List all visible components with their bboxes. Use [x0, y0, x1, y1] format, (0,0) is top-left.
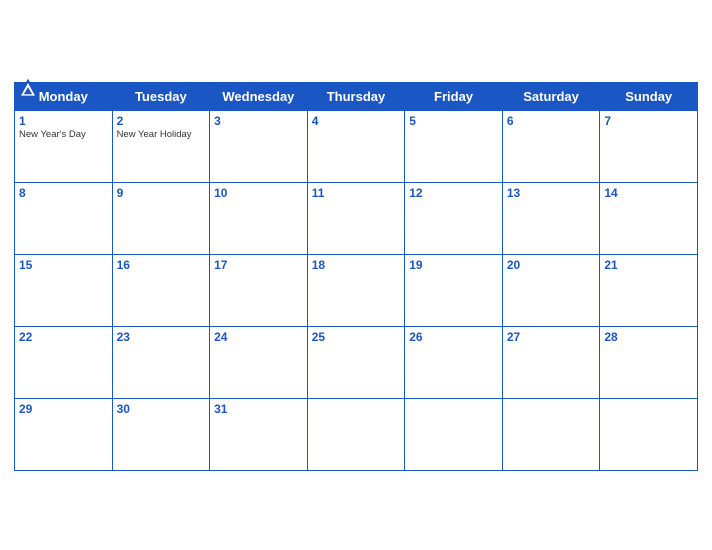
day-number: 30	[117, 402, 206, 416]
calendar-day-cell	[600, 398, 698, 470]
day-number: 5	[409, 114, 498, 128]
calendar-day-cell	[502, 398, 600, 470]
calendar-day-cell: 13	[502, 182, 600, 254]
calendar-week-row: 1New Year's Day2New Year Holiday34567	[15, 110, 698, 182]
day-number: 26	[409, 330, 498, 344]
calendar-day-cell: 31	[210, 398, 308, 470]
calendar-day-cell: 20	[502, 254, 600, 326]
day-number: 22	[19, 330, 108, 344]
calendar-day-cell: 27	[502, 326, 600, 398]
calendar-day-cell: 14	[600, 182, 698, 254]
logo-area	[14, 76, 45, 104]
day-number: 8	[19, 186, 108, 200]
calendar-day-cell: 19	[405, 254, 503, 326]
day-number: 31	[214, 402, 303, 416]
weekday-header-saturday: Saturday	[502, 82, 600, 110]
calendar-day-cell: 11	[307, 182, 405, 254]
day-number: 16	[117, 258, 206, 272]
calendar-day-cell: 29	[15, 398, 113, 470]
calendar-week-row: 89 10 11 12 13 14	[15, 182, 698, 254]
calendar-day-cell: 17	[210, 254, 308, 326]
weekday-header-wednesday: Wednesday	[210, 82, 308, 110]
day-number: 28	[604, 330, 693, 344]
day-number: 3	[214, 114, 303, 128]
day-number: 21	[604, 258, 693, 272]
calendar-thead: MondayTuesdayWednesdayThursdayFridaySatu…	[15, 82, 698, 110]
calendar-day-cell: 30	[112, 398, 210, 470]
day-number: 13	[507, 186, 596, 200]
calendar-day-cell: 24	[210, 326, 308, 398]
calendar-day-cell: 28	[600, 326, 698, 398]
day-number: 27	[507, 330, 596, 344]
weekday-header-friday: Friday	[405, 82, 503, 110]
weekday-header-row: MondayTuesdayWednesdayThursdayFridaySatu…	[15, 82, 698, 110]
day-number: 12	[409, 186, 498, 200]
day-number: 14	[604, 186, 693, 200]
day-number: 1	[19, 114, 108, 128]
day-number: 24	[214, 330, 303, 344]
calendar-day-cell: 6	[502, 110, 600, 182]
calendar-day-cell: 12	[405, 182, 503, 254]
calendar-day-cell: 1New Year's Day	[15, 110, 113, 182]
day-number: 4	[312, 114, 401, 128]
calendar-day-cell: 10	[210, 182, 308, 254]
day-number: 2	[117, 114, 206, 128]
calendar-day-cell: 16	[112, 254, 210, 326]
day-number: 19	[409, 258, 498, 272]
day-event: New Year Holiday	[117, 129, 206, 140]
day-number: 25	[312, 330, 401, 344]
weekday-header-sunday: Sunday	[600, 82, 698, 110]
calendar-day-cell: 4	[307, 110, 405, 182]
day-number: 18	[312, 258, 401, 272]
day-number: 7	[604, 114, 693, 128]
calendar-day-cell: 8	[15, 182, 113, 254]
calendar-day-cell: 3	[210, 110, 308, 182]
day-number: 9	[117, 186, 206, 200]
day-number: 23	[117, 330, 206, 344]
day-number: 20	[507, 258, 596, 272]
day-number: 15	[19, 258, 108, 272]
day-number: 6	[507, 114, 596, 128]
calendar-day-cell: 9	[112, 182, 210, 254]
calendar-day-cell	[307, 398, 405, 470]
generalblue-logo-icon	[14, 76, 42, 104]
day-number: 29	[19, 402, 108, 416]
day-event: New Year's Day	[19, 129, 108, 140]
calendar-table: MondayTuesdayWednesdayThursdayFridaySatu…	[14, 82, 698, 471]
calendar-day-cell: 23	[112, 326, 210, 398]
calendar-day-cell: 21	[600, 254, 698, 326]
calendar-day-cell: 5	[405, 110, 503, 182]
weekday-header-thursday: Thursday	[307, 82, 405, 110]
calendar-day-cell: 7	[600, 110, 698, 182]
calendar-tbody: 1New Year's Day2New Year Holiday34567891…	[15, 110, 698, 470]
day-number: 17	[214, 258, 303, 272]
calendar-day-cell	[405, 398, 503, 470]
calendar-week-row: 15 16 17 18 19 20 21	[15, 254, 698, 326]
calendar-day-cell: 26	[405, 326, 503, 398]
calendar-wrapper: MondayTuesdayWednesdayThursdayFridaySatu…	[0, 66, 712, 485]
calendar-day-cell: 15	[15, 254, 113, 326]
calendar-week-row: 29 30 31	[15, 398, 698, 470]
weekday-header-tuesday: Tuesday	[112, 82, 210, 110]
calendar-day-cell: 25	[307, 326, 405, 398]
calendar-week-row: 22 23 24 25 26 27 28	[15, 326, 698, 398]
day-number: 11	[312, 186, 401, 200]
calendar-day-cell: 18	[307, 254, 405, 326]
day-number: 10	[214, 186, 303, 200]
calendar-day-cell: 22	[15, 326, 113, 398]
calendar-day-cell: 2New Year Holiday	[112, 110, 210, 182]
